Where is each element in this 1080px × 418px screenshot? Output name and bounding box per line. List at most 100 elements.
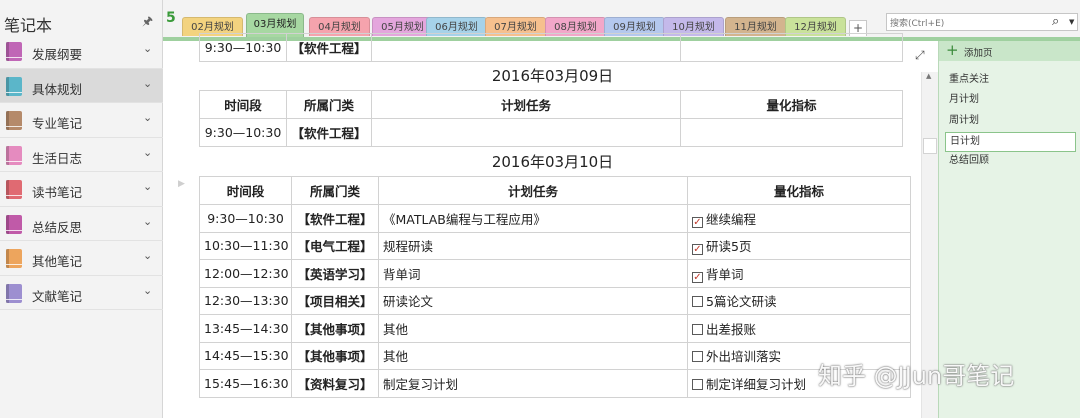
notebook-item-label: 发展纲要 — [32, 47, 83, 62]
notebook-icon — [6, 180, 22, 199]
column-header: 所属门类 — [291, 176, 379, 205]
metric-cell[interactable]: 出差报账 — [687, 314, 911, 343]
metric-cell[interactable] — [680, 33, 903, 62]
time-cell[interactable]: 9:30—10:30 — [199, 204, 292, 233]
chevron-down-icon[interactable]: ⌄ — [143, 146, 152, 159]
table-row: 14:45—15:30 【其他事项】 其他 外出培训落实 — [199, 341, 911, 370]
time-cell[interactable]: 12:30—13:30 — [199, 286, 292, 315]
add-page-button[interactable]: + 添加页 — [939, 41, 1080, 61]
time-cell[interactable]: 10:30—11:30 — [199, 231, 292, 260]
task-cell[interactable] — [371, 33, 681, 62]
notebook-item[interactable]: 专业笔记 ⌄ — [0, 103, 163, 138]
category-cell[interactable]: 【电气工程】 — [291, 231, 379, 260]
category-cell[interactable]: 【英语学习】 — [291, 259, 379, 288]
checkbox-icon[interactable] — [692, 296, 703, 308]
task-cell[interactable] — [371, 118, 681, 147]
category-cell[interactable]: 【资料复习】 — [291, 369, 379, 398]
page-item[interactable]: 日计划 — [945, 131, 1076, 152]
task-cell[interactable]: 规程研读 — [378, 231, 688, 260]
plan-table-0310: 时间段 所属门类 计划任务 量化指标 9:30—10:30 【软件工程】 《MATLAB编… — [199, 176, 911, 398]
table-row: 13:45—14:30 【其他事项】 其他 出差报账 — [199, 314, 911, 343]
notebook-icon — [6, 214, 22, 234]
metric-text: 背单词 — [706, 266, 744, 282]
table-row: 12:00—12:30 【英语学习】 背单词 ✓ 背单词 — [199, 259, 911, 288]
category-cell[interactable]: 【项目相关】 — [291, 286, 379, 315]
task-cell[interactable]: 制定复习计划 — [378, 369, 688, 398]
column-header: 时间段 — [199, 176, 292, 205]
checkbox-checked-icon[interactable]: ✓ — [692, 271, 703, 283]
notebook-item[interactable]: 发展纲要 ⌄ — [0, 34, 163, 69]
notebook-item-label: 生活日志 — [32, 150, 83, 166]
search-icon[interactable]: ⌕ — [1052, 14, 1059, 29]
chevron-down-icon[interactable]: ⌄ — [143, 42, 152, 55]
notebook-header: 笔记本 🖈 — [0, 0, 163, 35]
page-item[interactable]: 月计划 — [945, 91, 1076, 111]
category-cell[interactable]: 【软件工程】 — [286, 118, 372, 147]
checkbox-checked-icon[interactable]: ✓ — [692, 216, 703, 228]
task-cell[interactable]: 背单词 — [378, 259, 688, 288]
date-title-0310: 2016年03月10日 — [491, 153, 614, 171]
metric-cell[interactable]: ✓ 研读5页 — [687, 231, 911, 260]
time-cell[interactable]: 12:00—12:30 — [199, 259, 292, 288]
notebook-item-label: 总结反思 — [32, 219, 83, 235]
chevron-down-icon[interactable]: ⌄ — [143, 249, 152, 262]
time-cell[interactable]: 13:45—14:30 — [199, 314, 292, 343]
page-item[interactable]: 周计划 — [945, 112, 1076, 132]
metric-text: 出差报账 — [706, 321, 757, 337]
chevron-down-icon[interactable]: ⌄ — [143, 111, 152, 124]
table-row: 10:30—11:30 【电气工程】 规程研读 ✓ 研读5页 — [199, 231, 911, 260]
notebook-item-label: 专业笔记 — [32, 116, 83, 131]
search-input[interactable]: 搜索(Ctrl+E) — [890, 16, 944, 29]
task-cell[interactable]: 研读论文 — [378, 286, 688, 315]
category-cell[interactable]: 【其他事项】 — [291, 341, 379, 370]
column-header: 时间段 — [199, 90, 287, 119]
notebook-item[interactable]: 其他笔记 ⌄ — [0, 241, 163, 276]
metric-text: 外出培训落实 — [706, 349, 782, 365]
metric-text: 制定详细复习计划 — [706, 376, 807, 392]
metric-cell[interactable] — [680, 118, 903, 147]
notebook-item-label: 文献笔记 — [32, 288, 83, 304]
column-header: 量化指标 — [680, 90, 903, 119]
checkbox-checked-icon[interactable]: ✓ — [692, 244, 703, 256]
paragraph-handle-icon[interactable]: ▶ — [178, 179, 187, 189]
chevron-down-icon[interactable]: ▼ — [1069, 18, 1074, 26]
checkbox-icon[interactable] — [692, 323, 703, 335]
watermark: 知乎 @JJun哥笔记 — [818, 362, 1015, 390]
task-cell[interactable]: 其他 — [378, 314, 688, 343]
chevron-down-icon[interactable]: ⌄ — [143, 284, 152, 297]
metric-cell[interactable]: ✓ 背单词 — [687, 259, 911, 288]
time-cell[interactable]: 15:45—16:30 — [199, 369, 292, 398]
section-group-back-icon[interactable]: 5 — [166, 10, 176, 26]
checkbox-icon[interactable] — [692, 378, 703, 390]
category-cell[interactable]: 【软件工程】 — [291, 204, 379, 233]
time-cell[interactable]: 9:30—10:30 — [199, 33, 287, 62]
table-header-row: 时间段 所属门类 计划任务 量化指标 — [199, 90, 903, 119]
notebook-item[interactable]: 生活日志 ⌄ — [0, 138, 163, 172]
chevron-down-icon[interactable]: ⌄ — [143, 77, 152, 90]
checkbox-icon[interactable] — [692, 351, 703, 363]
metric-text: 继续编程 — [706, 211, 757, 227]
notebook-item[interactable]: 文献笔记 ⌄ — [0, 276, 163, 310]
task-cell[interactable]: 其他 — [378, 341, 688, 370]
chevron-down-icon[interactable]: ⌄ — [143, 215, 152, 228]
task-cell[interactable]: 《MATLAB编程与工程应用》 — [378, 204, 688, 233]
metric-cell[interactable]: ✓ 继续编程 — [687, 204, 911, 233]
chevron-down-icon[interactable]: ⌄ — [143, 180, 152, 193]
notebook-icon — [6, 42, 22, 61]
category-cell[interactable]: 【软件工程】 — [286, 33, 372, 62]
search-box[interactable]: 搜索(Ctrl+E) ⌕ ▼ — [886, 13, 1078, 31]
expand-icon[interactable]: ⤢ — [915, 48, 925, 63]
table-row: 9:30—10:30 【软件工程】 — [199, 118, 903, 147]
category-cell[interactable]: 【其他事项】 — [291, 314, 379, 343]
time-cell[interactable]: 14:45—15:30 — [199, 341, 292, 370]
scroll-up-icon[interactable]: ▲ — [926, 72, 931, 80]
page-item[interactable]: 总结回顾 — [945, 152, 1076, 172]
pin-icon[interactable]: 🖈 — [142, 12, 153, 33]
scroll-thumb[interactable] — [923, 138, 937, 154]
notebook-item[interactable]: 读书笔记 ⌄ — [0, 172, 163, 207]
notebook-item[interactable]: 具体规划 ⌄ — [0, 68, 163, 103]
page-item[interactable]: 重点关注 — [945, 71, 1076, 91]
metric-cell[interactable]: 5篇论文研读 — [687, 286, 911, 315]
notebook-item[interactable]: 总结反思 ⌄ — [0, 207, 163, 241]
time-cell[interactable]: 9:30—10:30 — [199, 118, 287, 147]
